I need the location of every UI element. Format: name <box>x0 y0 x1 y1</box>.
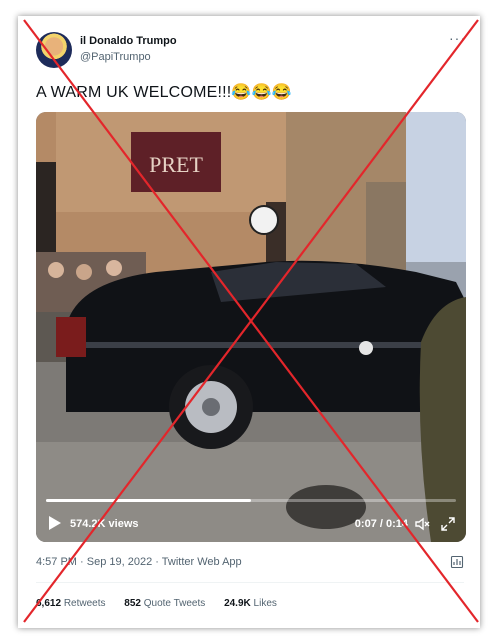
progress-bar[interactable] <box>46 499 456 502</box>
video-frame: PRET <box>36 112 466 542</box>
view-count: 574.2K views <box>70 518 139 530</box>
retweets-stat[interactable]: 6,612 Retweets <box>36 598 106 609</box>
play-icon[interactable] <box>48 515 62 531</box>
retweets-label: Retweets <box>63 598 106 609</box>
avatar[interactable] <box>36 32 72 68</box>
analytics-icon[interactable] <box>450 555 464 569</box>
likes-label: Likes <box>253 598 277 609</box>
divider <box>36 582 464 583</box>
likes-count: 24.9K <box>224 598 251 609</box>
likes-stat[interactable]: 24.9K Likes <box>224 598 277 609</box>
progress-fill <box>46 499 251 502</box>
quotes-label: Quote Tweets <box>143 598 206 609</box>
video-player[interactable]: PRET 574.2K views 0:07 / 0:14 <box>36 112 466 542</box>
handle[interactable]: @PapiTrumpo <box>80 51 151 63</box>
quotes-count: 852 <box>124 598 141 609</box>
fullscreen-icon[interactable] <box>440 516 456 532</box>
more-icon[interactable]: ··· <box>449 30 466 46</box>
quotes-stat[interactable]: 852 Quote Tweets <box>124 598 205 609</box>
shop-sign: PRET <box>149 152 203 177</box>
tweet-timestamp[interactable]: 4:57 PM · Sep 19, 2022 · Twitter Web App <box>36 556 242 568</box>
video-time: 0:07 / 0:14 <box>354 518 408 530</box>
volume-muted-icon[interactable] <box>414 516 430 532</box>
tweet-card: il Donaldo Trumpo @PapiTrumpo ··· A WARM… <box>18 16 480 628</box>
display-name[interactable]: il Donaldo Trumpo <box>80 35 177 47</box>
retweets-count: 6,612 <box>36 598 62 609</box>
tweet-text: A WARM UK WELCOME!!!😂😂😂 <box>36 84 292 101</box>
engagement-stats: 6,612 Retweets 852 Quote Tweets 24.9K Li… <box>36 598 293 609</box>
